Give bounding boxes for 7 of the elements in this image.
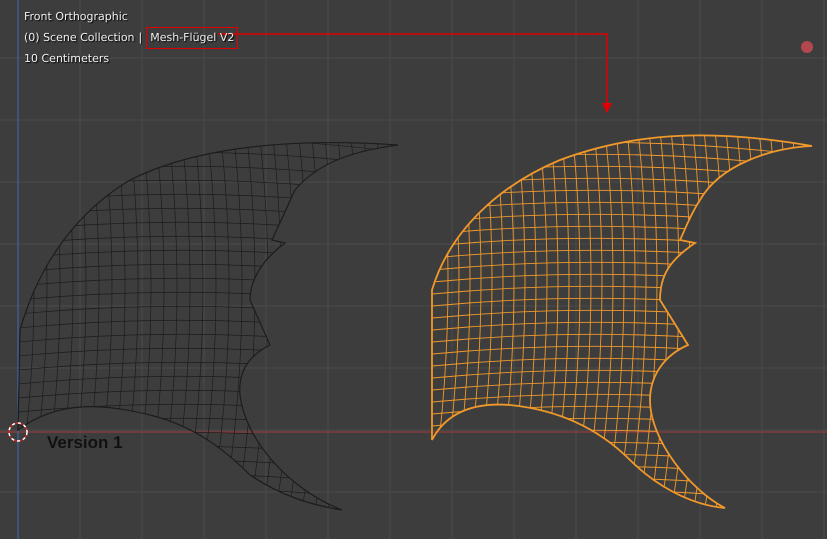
view-name: Front Orthographic xyxy=(24,9,128,25)
separator-text: | xyxy=(138,30,142,46)
origin-cursor-icon xyxy=(8,422,28,442)
active-object-name: Mesh-Flügel V2 xyxy=(146,27,238,49)
record-dot-icon xyxy=(801,41,813,53)
collection-name: (0) Scene Collection xyxy=(24,30,135,46)
grid-scale: 10 Centimeters xyxy=(24,51,110,67)
